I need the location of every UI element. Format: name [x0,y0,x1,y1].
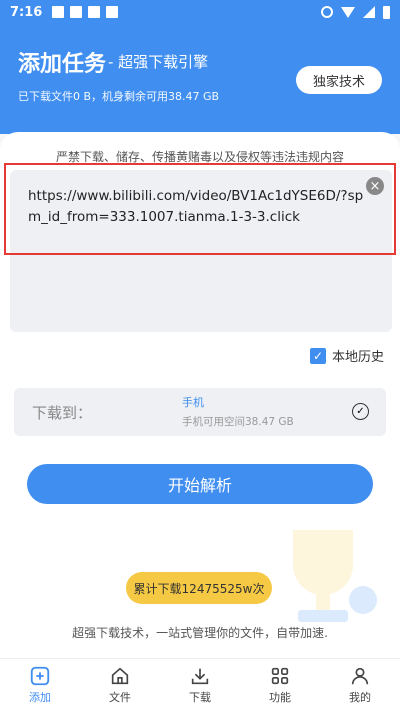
nav-features[interactable]: 功能 [240,659,320,710]
checkbox-icon[interactable]: ✓ [310,347,326,364]
grid-icon [271,667,289,684]
local-history-toggle[interactable]: ✓ 本地历史 [310,346,384,365]
nav-files[interactable]: 文件 [80,659,160,710]
page-subtitle: - 超强下载引擎 [108,53,209,71]
profile-icon [351,667,369,684]
url-input[interactable]: https://www.bilibili.com/video/BV1Ac1dYS… [28,186,368,228]
download-icon [191,668,209,684]
nav-add[interactable]: 添加 [0,659,80,710]
status-time: 7:16 [10,4,43,20]
battery-icon [383,5,390,19]
status-bar: 7:16 [0,0,400,24]
wifi-icon [341,6,355,18]
nav-label: 文件 [109,690,131,704]
history-label: 本地历史 [332,350,385,365]
nav-download[interactable]: 下载 [160,659,240,710]
signal-icon [363,6,375,18]
notification-icon [106,6,119,18]
check-circle-icon[interactable]: ✓ [352,403,369,420]
total-downloads-badge: 累计下载12475525w次 [126,572,272,604]
dnd-icon [321,6,333,18]
notification-icon [70,6,83,18]
nav-profile[interactable]: 我的 [320,659,400,710]
notification-icon [52,6,65,18]
download-to-label: 下载到： [32,404,93,422]
home-icon [111,667,129,684]
download-location-row[interactable]: 下载到： 手机 手机可用空间38.47 GB ✓ [14,388,386,436]
clear-icon[interactable]: × [366,177,384,195]
trophy-icon [293,530,377,622]
bottom-nav: 添加 文件 下载 功能 我的 [0,658,400,710]
nav-label: 功能 [269,690,291,704]
start-parse-button[interactable]: 开始解析 [27,464,373,504]
available-space: 手机可用空间38.47 GB [182,416,294,428]
download-target: 手机 [182,396,204,409]
notification-icon [88,6,101,18]
add-icon [30,666,50,685]
tagline: 超强下载技术，一站式管理你的文件，自带加速. [72,626,328,640]
exclusive-tech-button[interactable]: 独家技术 [296,66,382,94]
nav-label: 添加 [29,690,51,704]
storage-info: 已下载文件0 B，机身剩余可用38.47 GB [18,90,220,103]
nav-label: 下载 [189,690,211,704]
nav-label: 我的 [349,690,371,704]
header: 添加任务 - 超强下载引擎 已下载文件0 B，机身剩余可用38.47 GB 独家… [0,24,400,134]
page-title: 添加任务 [18,52,107,77]
